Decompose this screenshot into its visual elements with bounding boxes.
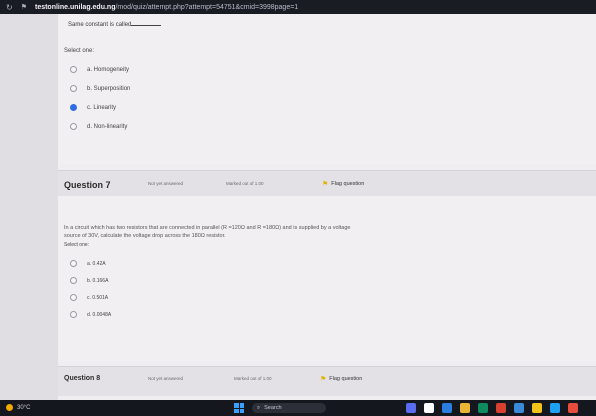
radio-a[interactable] bbox=[70, 260, 77, 267]
start-icon[interactable] bbox=[234, 403, 244, 413]
question-6-caption: Same constant is called bbox=[68, 22, 132, 28]
app-icon-1[interactable] bbox=[406, 403, 416, 413]
question-8-title: Question 8 bbox=[64, 375, 101, 382]
option-b-label: b. 0.166A bbox=[87, 277, 109, 284]
option-c[interactable]: c. 0.501A bbox=[70, 294, 108, 301]
url-host: testonline.unilag.edu.ng bbox=[34, 3, 116, 11]
app-icon-5[interactable] bbox=[478, 403, 488, 413]
radio-c-selected[interactable] bbox=[70, 104, 77, 111]
question-7-status: Not yet answered bbox=[148, 181, 184, 186]
question-7-header: Question 7 Not yet answered Marked out o… bbox=[58, 170, 596, 196]
flag-question-8-label: Flag question bbox=[329, 376, 363, 382]
app-icon-10[interactable] bbox=[568, 403, 578, 413]
flag-question-8[interactable]: ⚑ Flag question bbox=[320, 375, 362, 383]
option-d-label: d. 0.0048A bbox=[87, 311, 112, 318]
flag-icon: ⚑ bbox=[322, 181, 329, 188]
url-path: /mod/quiz/attempt.php?attempt=54751&cmid… bbox=[115, 3, 299, 11]
reload-icon[interactable]: ↻ bbox=[6, 3, 13, 12]
answer-blank bbox=[131, 25, 162, 26]
flag-icon: ⚑ bbox=[320, 376, 327, 383]
weather-temp: 30°C bbox=[17, 404, 31, 411]
flag-question-7[interactable]: ⚑ Flag question bbox=[322, 180, 364, 188]
question-7-card: In a circuit which has two resistors tha… bbox=[58, 196, 596, 362]
question-8-header: Question 8 Not yet answered Marked out o… bbox=[58, 366, 596, 396]
radio-d[interactable] bbox=[70, 123, 77, 130]
app-icon-3[interactable] bbox=[442, 403, 452, 413]
select-one-label: Select one: bbox=[64, 48, 95, 54]
question-7-marks: Marked out of 1.00 bbox=[226, 181, 264, 186]
app-icon-9[interactable] bbox=[550, 403, 560, 413]
app-icon-6[interactable] bbox=[496, 403, 506, 413]
option-c[interactable]: c. Linearity bbox=[70, 104, 116, 111]
taskbar-search[interactable]: ⌕ Search bbox=[252, 403, 326, 413]
app-icon-2[interactable] bbox=[424, 403, 434, 413]
radio-b[interactable] bbox=[70, 85, 77, 92]
option-b[interactable]: b. 0.166A bbox=[70, 277, 108, 284]
option-c-label: c. Linearity bbox=[87, 104, 117, 111]
search-icon: ⌕ bbox=[257, 404, 261, 411]
browser-address-bar[interactable]: ↻ ⚑ testonline.unilag.edu.ng/mod/quiz/at… bbox=[0, 0, 596, 14]
question-7-text-line-2: source of 30V, calculate the voltage dro… bbox=[64, 233, 226, 239]
site-info-icon[interactable]: ⚑ bbox=[21, 3, 27, 11]
option-c-label: c. 0.501A bbox=[87, 294, 109, 301]
taskbar: 30°C ⌕ Search bbox=[0, 400, 596, 416]
option-a[interactable]: a. Homogeneity bbox=[70, 66, 129, 73]
option-d[interactable]: d. 0.0048A bbox=[70, 311, 111, 318]
question-6-card: Same constant is called Select one: a. H… bbox=[58, 14, 596, 164]
radio-a[interactable] bbox=[70, 66, 77, 73]
weather-widget[interactable]: 30°C bbox=[6, 404, 30, 411]
select-one-label: Select one: bbox=[64, 242, 90, 248]
option-d-label: d. Non-linearity bbox=[87, 123, 128, 130]
flag-question-7-label: Flag question bbox=[331, 181, 365, 187]
app-icon-7[interactable] bbox=[514, 403, 524, 413]
question-8-marks: Marked out of 1.00 bbox=[234, 376, 272, 381]
question-7-title: Question 7 bbox=[64, 180, 111, 190]
folder-icon[interactable] bbox=[460, 403, 470, 413]
question-8-status: Not yet answered bbox=[148, 376, 184, 381]
option-a-label: a. Homogeneity bbox=[87, 66, 130, 73]
option-b-label: b. Superposition bbox=[87, 85, 131, 92]
quiz-content: Same constant is called Select one: a. H… bbox=[58, 14, 596, 400]
page-left-margin bbox=[0, 14, 58, 400]
question-6-text: Same constant is called bbox=[68, 22, 162, 28]
question-7-text-line-1: In a circuit which has two resistors tha… bbox=[64, 225, 351, 231]
option-a[interactable]: a. 0.42A bbox=[70, 260, 106, 267]
weather-icon bbox=[6, 404, 13, 411]
option-d[interactable]: d. Non-linearity bbox=[70, 123, 127, 130]
option-b[interactable]: b. Superposition bbox=[70, 85, 130, 92]
radio-d[interactable] bbox=[70, 311, 77, 318]
question-7-text: In a circuit which has two resistors tha… bbox=[64, 224, 350, 240]
app-icon-8[interactable] bbox=[532, 403, 542, 413]
radio-c[interactable] bbox=[70, 294, 77, 301]
radio-b[interactable] bbox=[70, 277, 77, 284]
taskbar-search-label: Search bbox=[264, 405, 282, 411]
option-a-label: a. 0.42A bbox=[87, 260, 106, 267]
